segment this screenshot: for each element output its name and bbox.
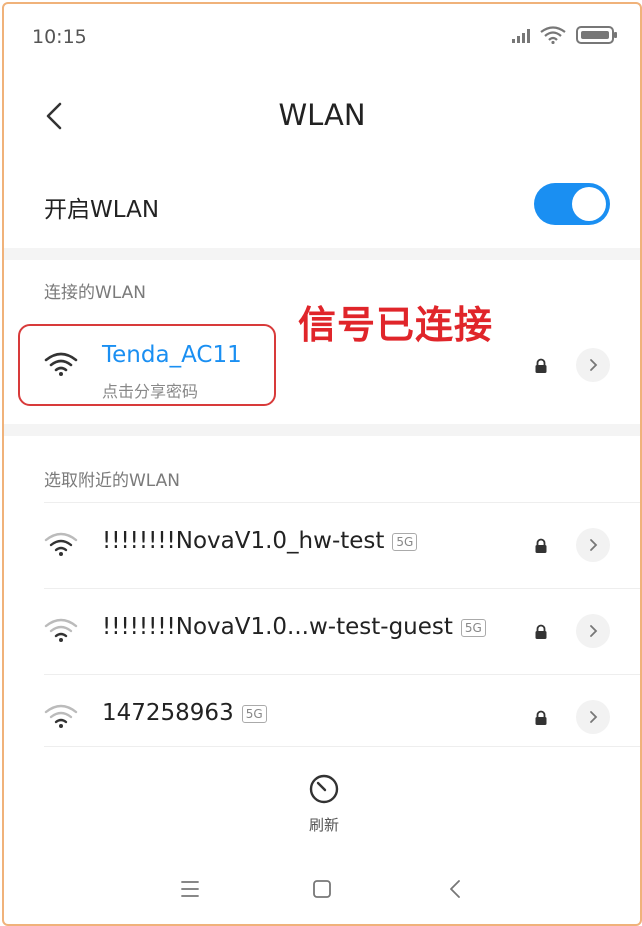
refresh-label: 刷新: [308, 816, 339, 834]
wifi-status-icon: [540, 26, 566, 44]
connected-section-header: 连接的WLAN: [44, 283, 147, 303]
nearby-section-header: 选取附近的WLAN: [44, 471, 181, 491]
connected-ssid: Tenda_AC11: [102, 342, 242, 368]
page-title: WLAN: [278, 98, 366, 132]
row-divider: [44, 746, 640, 747]
section-divider: [4, 248, 640, 260]
band-badge: 5G: [241, 704, 267, 723]
row-divider: [44, 674, 640, 675]
lock-icon: [535, 624, 547, 639]
toggle-knob: [572, 187, 606, 221]
battery-icon: [576, 26, 617, 44]
chevron-right-icon: [590, 625, 598, 637]
band-badge: 5G: [392, 532, 418, 551]
menu-icon: [181, 881, 199, 897]
status-time: 10:15: [32, 26, 87, 48]
home-button[interactable]: [302, 874, 342, 904]
network-details-button[interactable]: [576, 700, 610, 734]
lock-icon: [535, 710, 547, 725]
wlan-toggle-row: 开启WLAN: [4, 168, 640, 248]
menu-button[interactable]: [170, 874, 210, 904]
status-icons: [512, 26, 617, 44]
nav-back-button[interactable]: [436, 874, 476, 904]
status-bar: 10:15: [4, 4, 640, 74]
share-password-hint[interactable]: 点击分享密码: [102, 378, 198, 402]
wifi-signal-icon: [44, 532, 78, 556]
home-icon: [313, 880, 331, 898]
chevron-right-icon: [590, 711, 598, 723]
nearby-network-row[interactable]: !!!!!!!!NovaV1.0_hw-test 5G: [4, 504, 640, 586]
network-details-button[interactable]: [576, 528, 610, 562]
wifi-signal-icon: [44, 352, 78, 376]
nearby-network-row[interactable]: !!!!!!!!NovaV1.0...w-test-guest 5G: [4, 590, 640, 672]
network-ssid: !!!!!!!!NovaV1.0_hw-test 5G: [102, 528, 418, 554]
navigation-bar: [4, 854, 640, 924]
network-ssid: !!!!!!!!NovaV1.0...w-test-guest 5G: [102, 614, 486, 640]
band-badge: 5G: [460, 618, 486, 637]
row-divider: [44, 588, 640, 589]
chevron-right-icon: [590, 539, 598, 551]
network-details-button[interactable]: [576, 614, 610, 648]
title-bar: WLAN: [4, 74, 640, 158]
annotation-connected: 信号已连接: [298, 302, 494, 347]
network-ssid: 147258963 5G: [102, 700, 267, 726]
lock-icon: [535, 358, 547, 373]
wlan-toggle-switch[interactable]: [534, 183, 610, 225]
phone-screen: 10:15 WLAN 开启WLAN 连接的WLAN Tenda_AC11 点击分…: [2, 2, 642, 926]
wlan-toggle-label: 开启WLAN: [44, 197, 160, 223]
wifi-signal-icon: [44, 618, 78, 642]
lock-icon: [535, 538, 547, 553]
row-divider: [44, 502, 640, 503]
refresh-icon: [309, 774, 339, 804]
signal-icon: [512, 27, 530, 43]
chevron-right-icon: [590, 359, 598, 371]
back-icon: [450, 880, 460, 898]
refresh-button[interactable]: 刷新: [284, 768, 364, 848]
network-details-button[interactable]: [576, 348, 610, 382]
wifi-signal-icon: [44, 704, 78, 728]
section-divider: [4, 424, 640, 436]
